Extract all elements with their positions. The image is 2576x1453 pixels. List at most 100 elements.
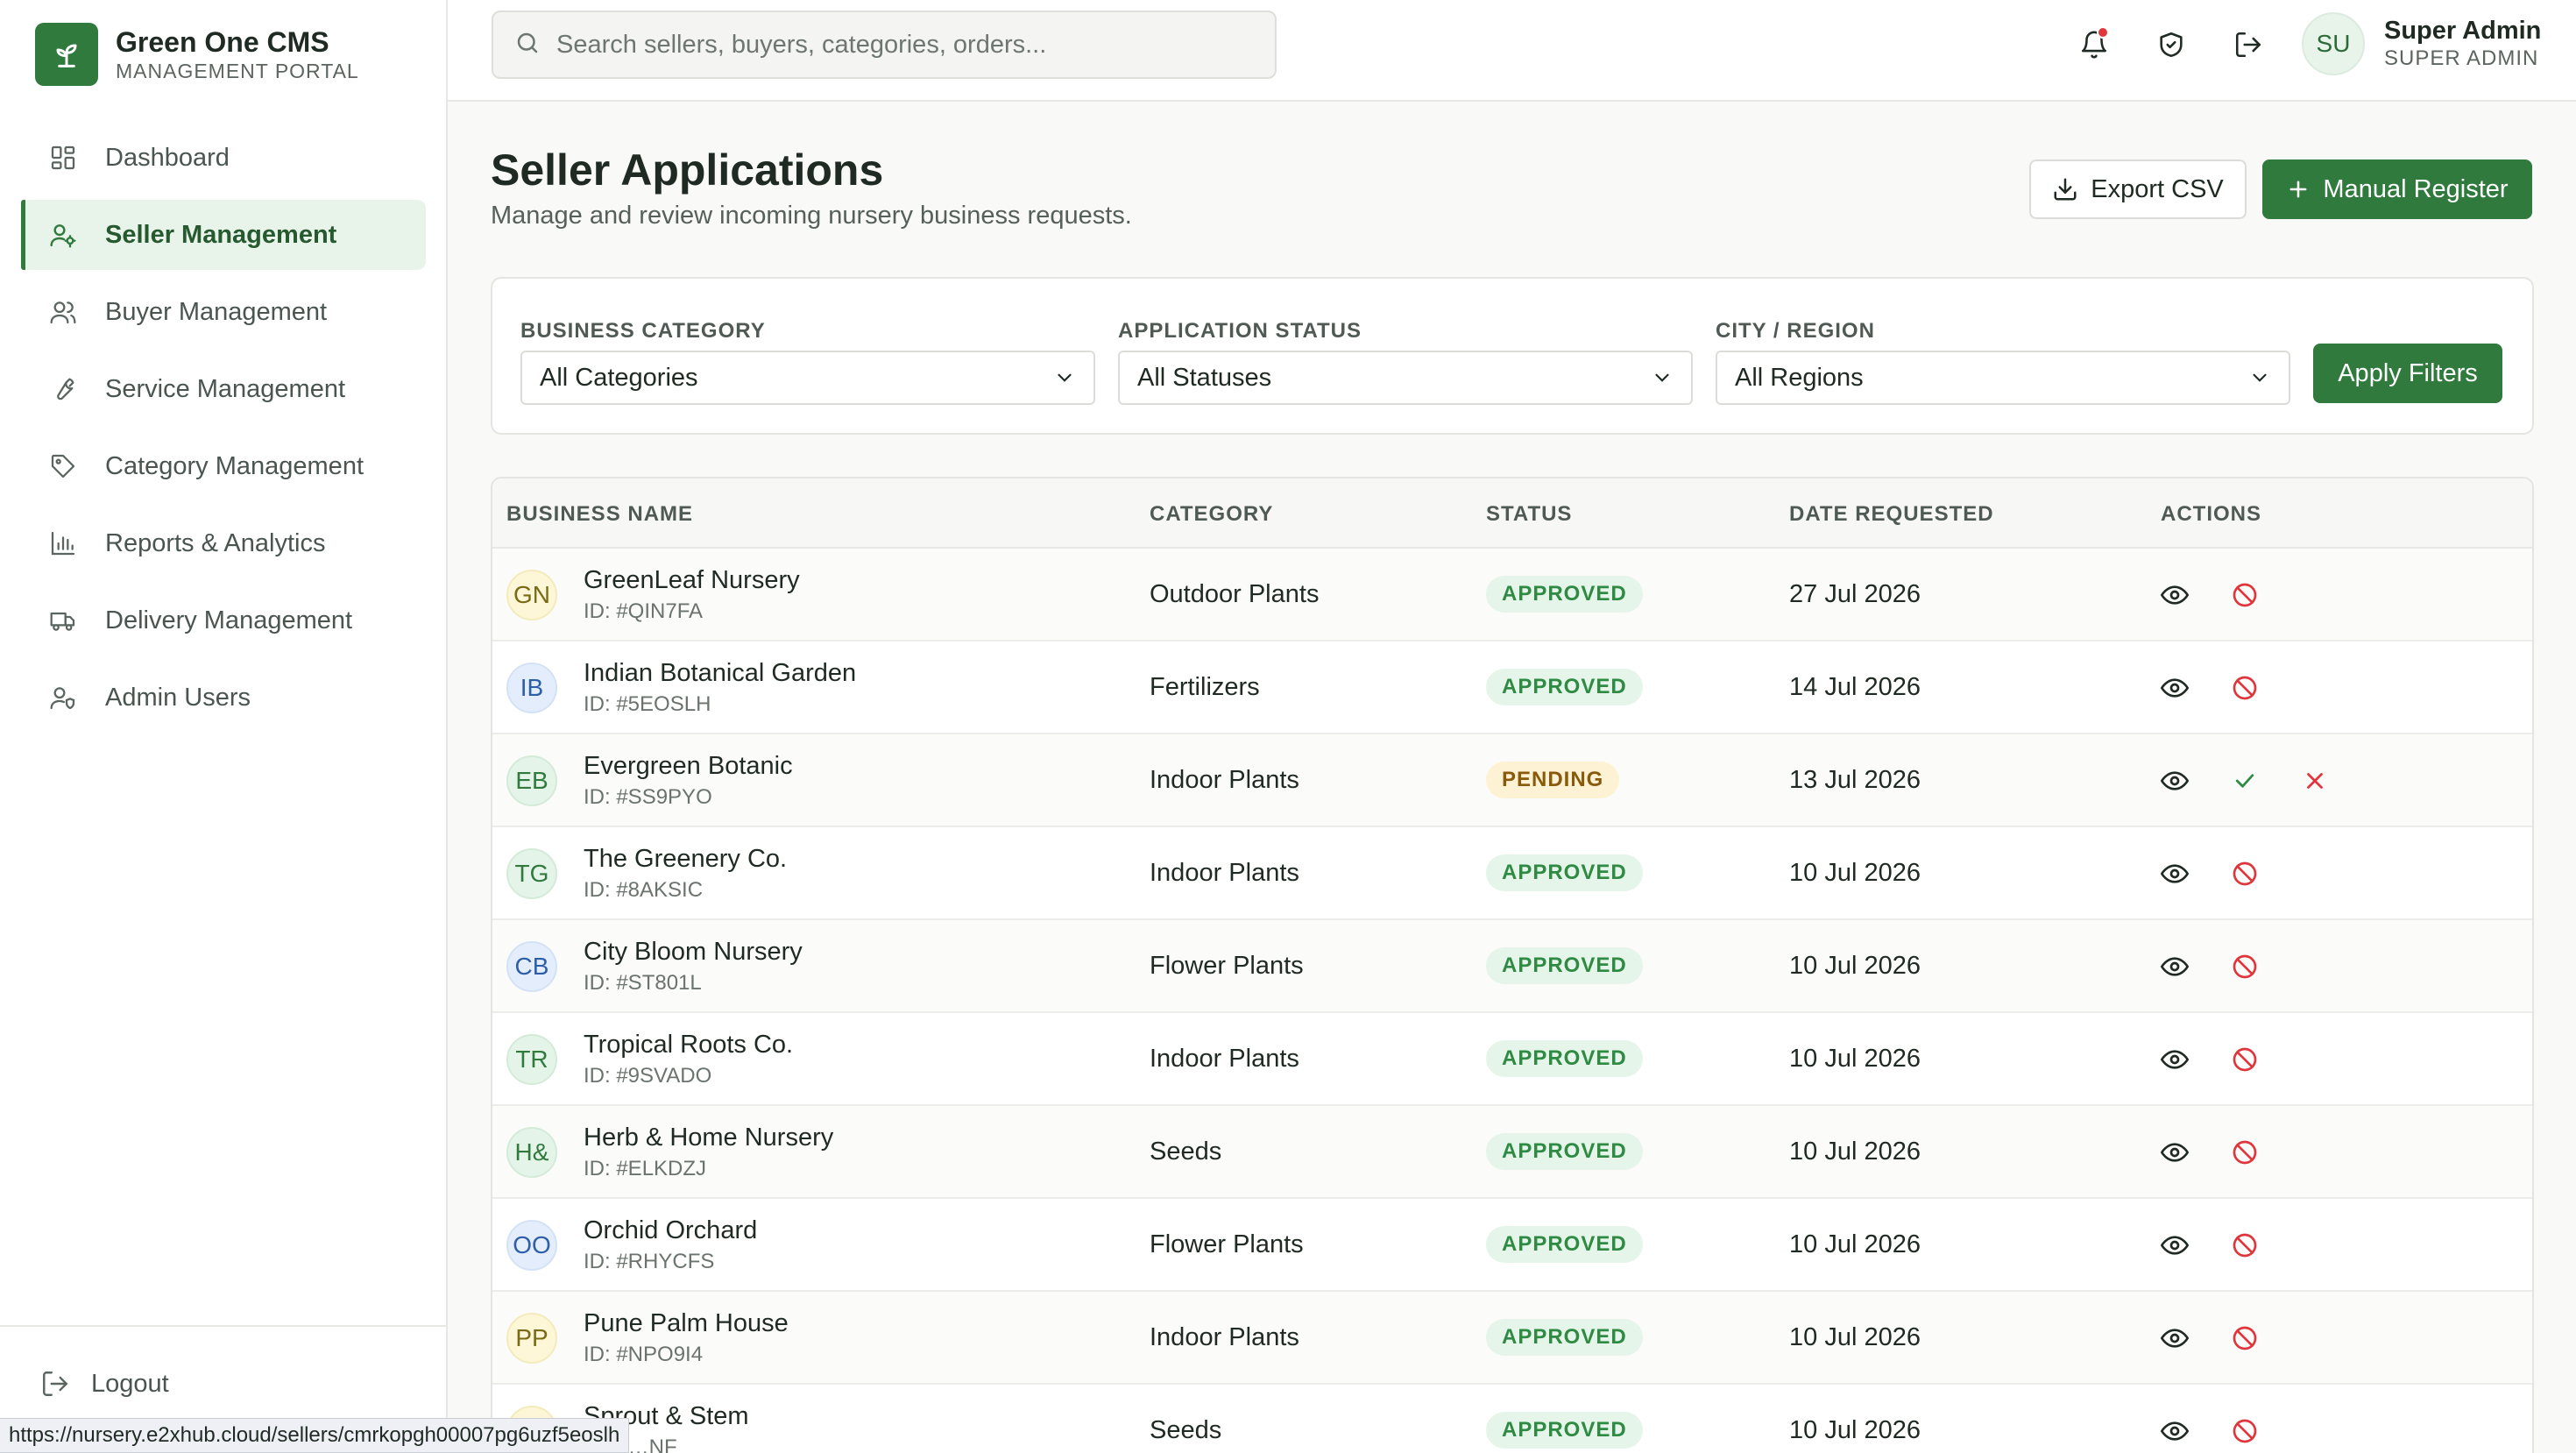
status-select[interactable]: All Statuses [1118,351,1693,405]
browser-status-url: https://nursery.e2xhub.cloud/sellers/cmr… [0,1418,630,1453]
logout-icon [2235,32,2261,58]
view-button[interactable] [2157,763,2192,798]
ban-icon [2233,1326,2257,1350]
table-row[interactable]: TG The Greenery Co. ID: #8AKSIC Indoor P… [492,827,2532,920]
business-avatar: TR [506,1034,557,1085]
eye-icon [2161,1143,2189,1162]
dashboard-grid-icon [47,142,79,174]
sidebar-item-service-management[interactable]: Service Management [21,354,426,424]
table-row[interactable]: PP Pune Palm House ID: #NPO9I4 Indoor Pl… [492,1292,2532,1385]
download-icon [2052,176,2078,202]
signout-button[interactable] [2226,23,2270,67]
business-category: Outdoor Plants [1150,580,1320,608]
business-id: ID: #5EOSLH [584,692,711,716]
avatar: SU [2302,12,2365,75]
block-button[interactable] [2227,1042,2262,1077]
sidebar-item-admin-users[interactable]: Admin Users [21,663,426,733]
block-button[interactable] [2227,1414,2262,1449]
block-button[interactable] [2227,1321,2262,1356]
business-avatar: OO [506,1220,557,1271]
business-name[interactable]: Pune Palm House [584,1309,789,1338]
search-box[interactable] [492,11,1277,79]
search-input[interactable] [556,30,1240,60]
page-title: Seller Applications [491,145,884,195]
table-header: BUSINESS NAME CATEGORY STATUS DATE REQUE… [492,478,2532,549]
table-row[interactable]: SS Sprout & Stem ID: #…NF Seeds APPROVED… [492,1385,2532,1453]
approve-button[interactable] [2227,763,2262,798]
sidebar-item-buyer-management[interactable]: Buyer Management [21,277,426,347]
view-button[interactable] [2157,856,2192,891]
sidebar-item-reports-analytics[interactable]: Reports & Analytics [21,508,426,578]
view-button[interactable] [2157,578,2192,613]
business-id: ID: #RHYCFS [584,1250,715,1273]
brand-subtitle: MANAGEMENT PORTAL [116,60,359,82]
view-button[interactable] [2157,1042,2192,1077]
status-badge: APPROVED [1486,669,1643,705]
business-name[interactable]: Tropical Roots Co. [584,1031,793,1060]
table-row[interactable]: GN GreenLeaf Nursery ID: #QIN7FA Outdoor… [492,549,2532,641]
manual-register-button[interactable]: Manual Register [2262,159,2532,219]
notifications-button[interactable] [2072,23,2116,67]
column-header-business-name: BUSINESS NAME [506,502,694,526]
business-category: Indoor Plants [1150,766,1299,794]
business-name[interactable]: The Greenery Co. [584,845,787,874]
table-row[interactable]: H& Herb & Home Nursery ID: #ELKDZJ Seeds… [492,1106,2532,1199]
status-badge: APPROVED [1486,1040,1643,1077]
sprout-logo-icon [35,23,98,86]
sidebar-item-label: Category Management [105,451,364,480]
security-button[interactable] [2149,23,2193,67]
business-id: ID: #SS9PYO [584,785,712,809]
plus-icon [2286,177,2311,202]
ban-icon [2233,954,2257,979]
business-name[interactable]: Orchid Orchard [584,1216,757,1245]
export-csv-label: Export CSV [2091,174,2224,203]
region-select[interactable]: All Regions [1716,351,2290,405]
business-name[interactable]: Evergreen Botanic [584,752,793,781]
block-button[interactable] [2227,949,2262,984]
table-row[interactable]: EB Evergreen Botanic ID: #SS9PYO Indoor … [492,734,2532,827]
view-button[interactable] [2157,1228,2192,1263]
business-name[interactable]: Indian Botanical Garden [584,659,856,688]
column-header-date: DATE REQUESTED [1789,502,1994,526]
business-id: ID: #ST801L [584,971,702,995]
business-id: ID: #9SVADO [584,1064,712,1088]
block-button[interactable] [2227,1228,2262,1263]
business-id: ID: #8AKSIC [584,878,704,902]
business-name[interactable]: City Bloom Nursery [584,938,803,967]
tag-icon [47,450,79,482]
table-row[interactable]: OO Orchid Orchard ID: #RHYCFS Flower Pla… [492,1199,2532,1292]
brand[interactable]: Green One CMS MANAGEMENT PORTAL [35,23,359,86]
business-category: Flower Plants [1150,1230,1304,1258]
view-button[interactable] [2157,949,2192,984]
table-row[interactable]: TR Tropical Roots Co. ID: #9SVADO Indoor… [492,1013,2532,1106]
block-button[interactable] [2227,670,2262,705]
export-csv-button[interactable]: Export CSV [2029,159,2247,219]
block-button[interactable] [2227,578,2262,613]
view-button[interactable] [2157,1321,2192,1356]
sidebar-item-dashboard[interactable]: Dashboard [21,123,426,193]
category-select[interactable]: All Categories [520,351,1095,405]
business-avatar: EB [506,755,557,806]
sidebar: Green One CMS MANAGEMENT PORTAL Dashboar… [0,0,448,1453]
view-button[interactable] [2157,1414,2192,1449]
column-header-status: STATUS [1486,502,1573,526]
table-row[interactable]: IB Indian Botanical Garden ID: #5EOSLH F… [492,641,2532,734]
business-category: Seeds [1150,1416,1222,1444]
manual-register-label: Manual Register [2323,174,2509,203]
view-button[interactable] [2157,670,2192,705]
sidebar-item-category-management[interactable]: Category Management [21,431,426,501]
user-menu[interactable]: SU Super Admin SUPER ADMIN [2302,12,2541,75]
table-row[interactable]: CB City Bloom Nursery ID: #ST801L Flower… [492,920,2532,1013]
block-button[interactable] [2227,856,2262,891]
sidebar-item-seller-management[interactable]: Seller Management [21,200,426,270]
business-name[interactable]: GreenLeaf Nursery [584,566,800,595]
sidebar-item-delivery-management[interactable]: Delivery Management [21,585,426,656]
reject-button[interactable] [2297,763,2332,798]
eye-icon [2161,1329,2189,1348]
business-name[interactable]: Herb & Home Nursery [584,1123,833,1152]
status-badge: APPROVED [1486,576,1643,613]
block-button[interactable] [2227,1135,2262,1170]
apply-filters-button[interactable]: Apply Filters [2313,344,2502,403]
logout-button[interactable]: Logout [40,1369,169,1399]
view-button[interactable] [2157,1135,2192,1170]
